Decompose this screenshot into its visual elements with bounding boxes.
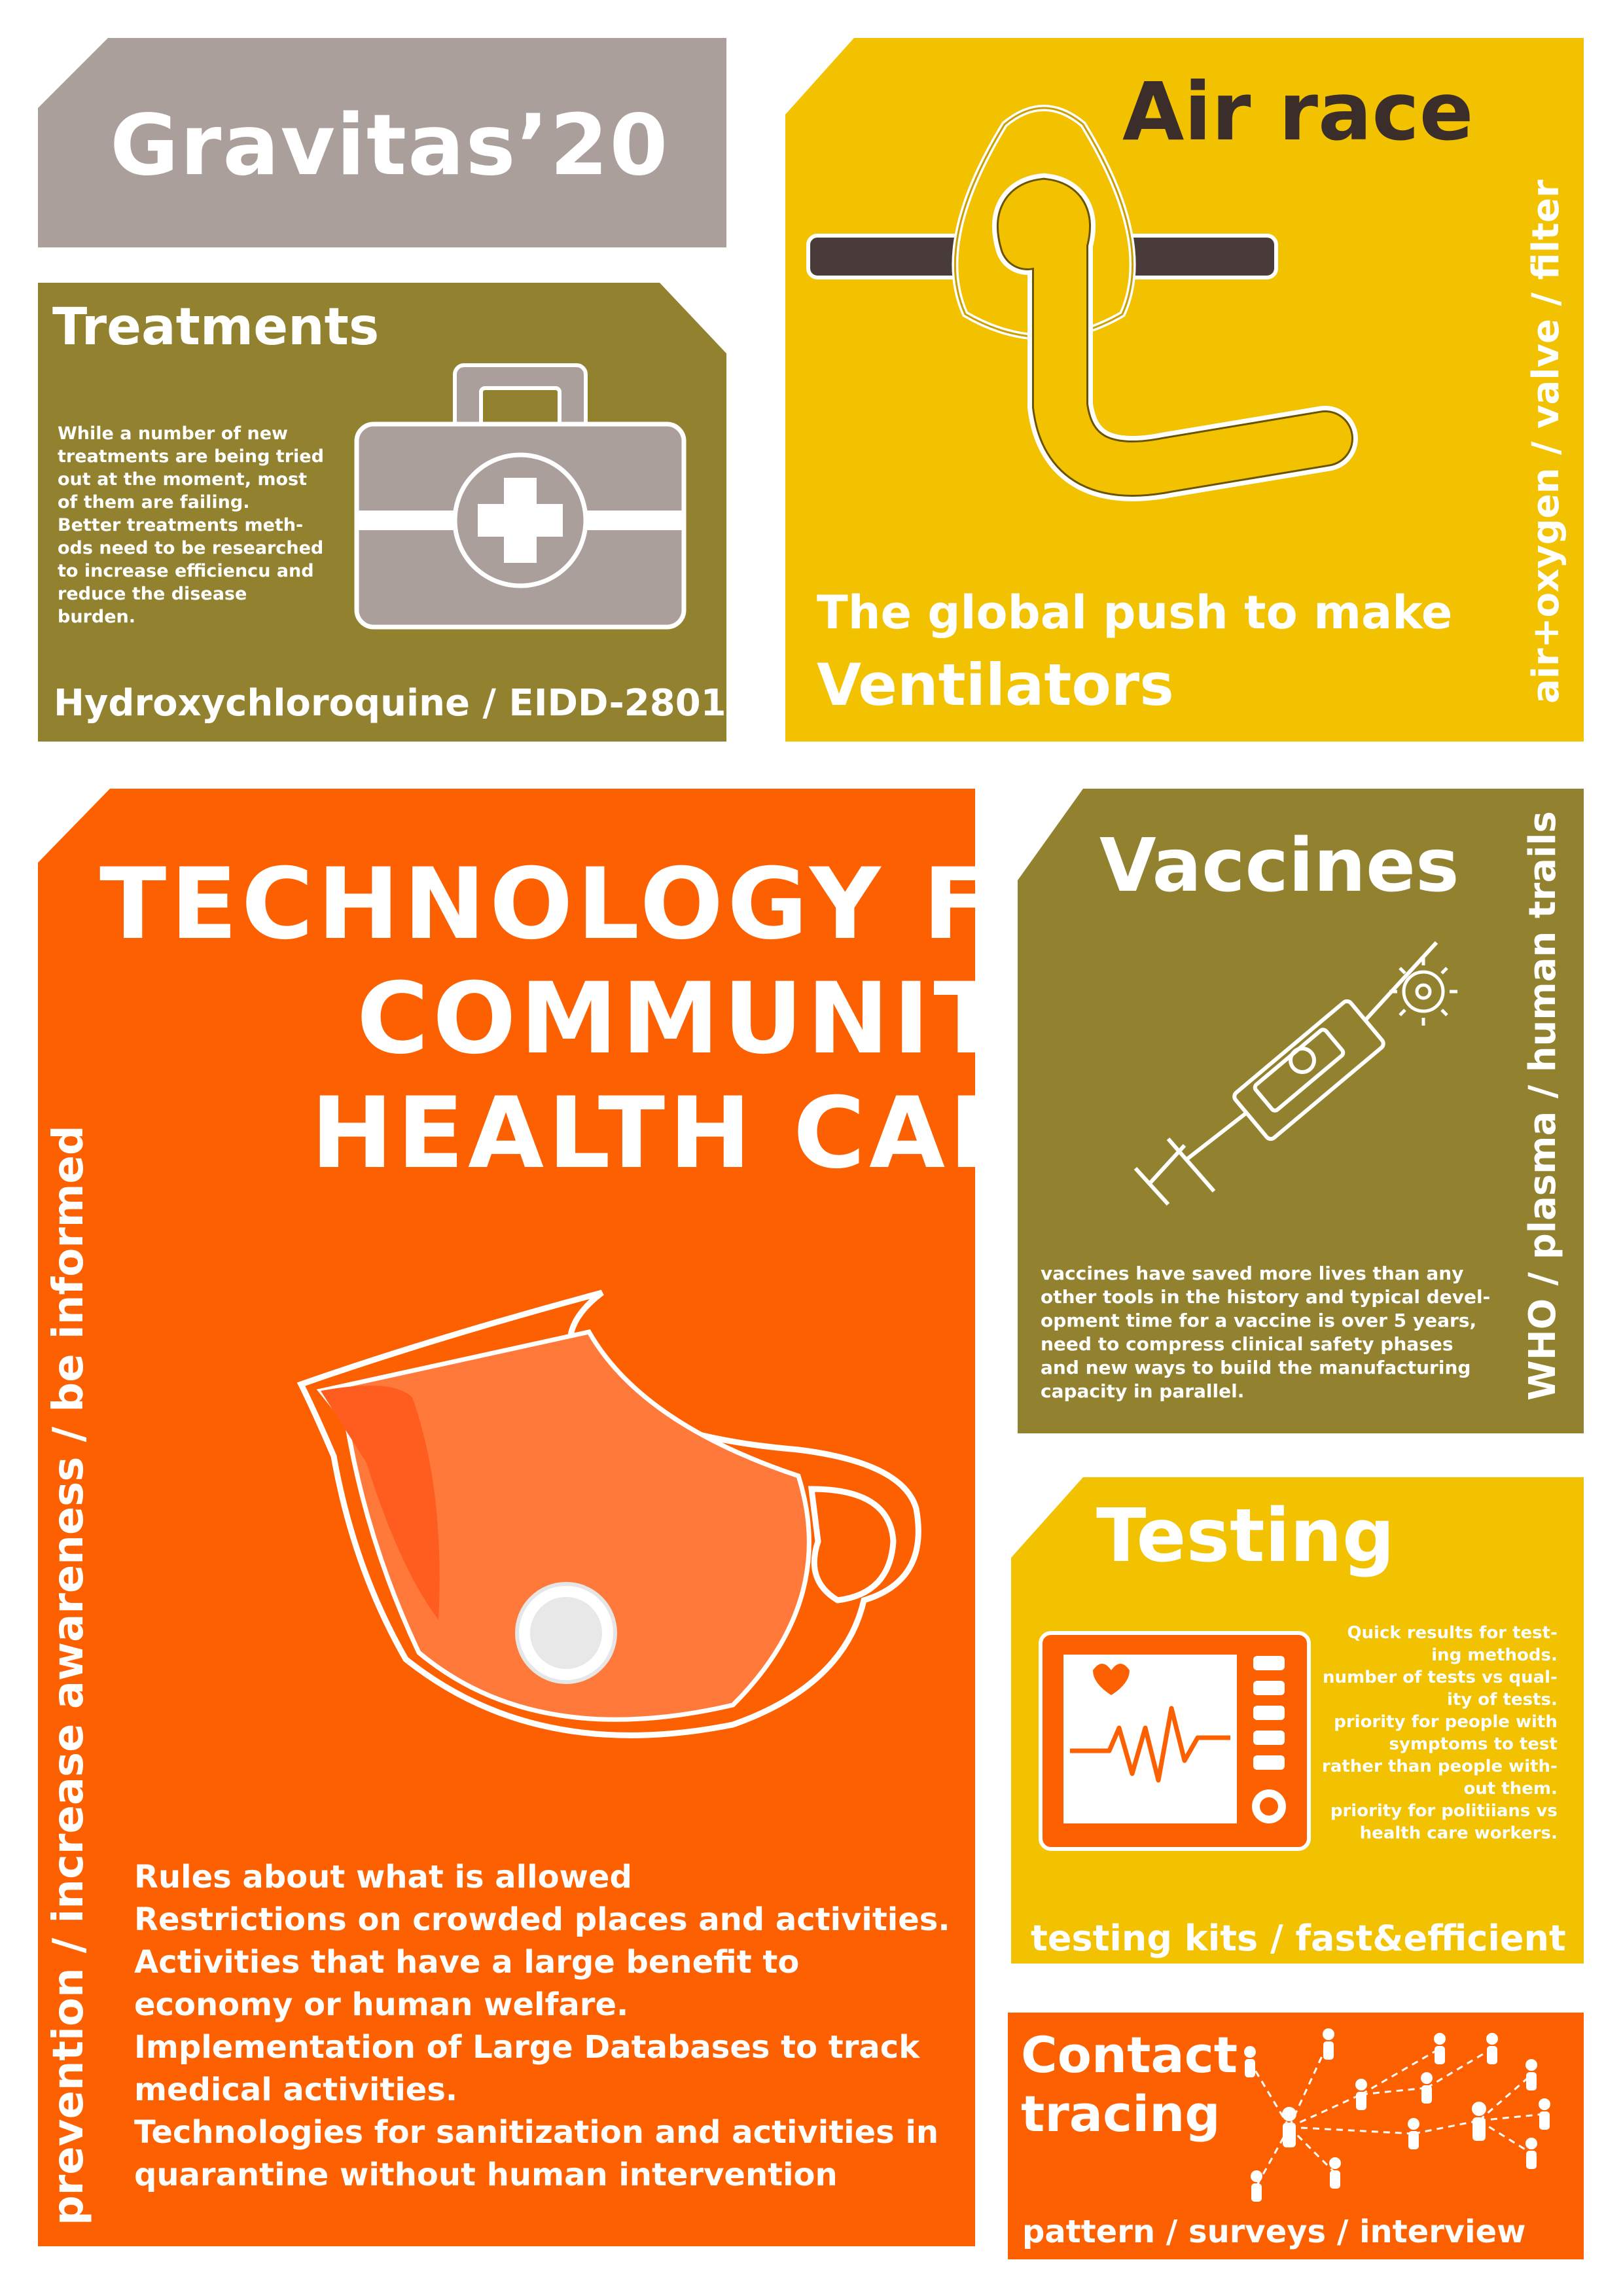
contact-title-line-2: tracing bbox=[1021, 2085, 1221, 2143]
contact-footer: pattern / surveys / interview bbox=[1022, 2214, 1526, 2250]
network-people-icon bbox=[1244, 2028, 1550, 2202]
contact-title-line-1: Contact bbox=[1021, 2026, 1238, 2084]
contact-panel-shape bbox=[1008, 2013, 1584, 2259]
